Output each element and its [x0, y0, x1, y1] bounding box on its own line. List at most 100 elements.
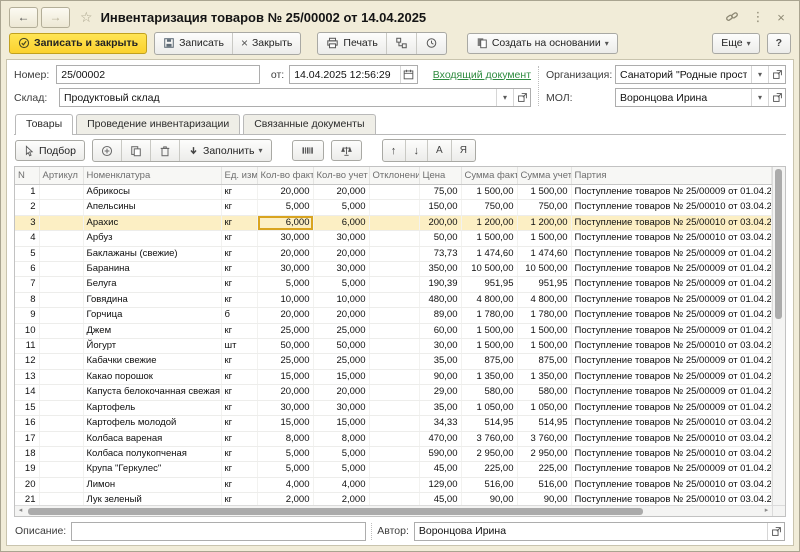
cell[interactable]: 20,000: [257, 246, 313, 261]
cell[interactable]: 16: [15, 416, 39, 431]
fill-button[interactable]: Заполнить ▾: [179, 140, 271, 161]
table-row[interactable]: 13Какао порошоккг15,00015,00090,001 350,…: [15, 369, 772, 384]
cell[interactable]: 10 500,00: [461, 262, 517, 277]
more-button[interactable]: Еще ▾: [712, 33, 759, 54]
cell[interactable]: 2 950,00: [461, 446, 517, 461]
cell[interactable]: Картофель молодой: [83, 416, 221, 431]
help-button[interactable]: ?: [767, 33, 791, 54]
cell[interactable]: 30,000: [257, 400, 313, 415]
cell[interactable]: [39, 354, 83, 369]
cell[interactable]: [39, 246, 83, 261]
cell[interactable]: 20,000: [313, 185, 369, 200]
cell[interactable]: 15: [15, 400, 39, 415]
table-row[interactable]: 20Лимонкг4,0004,000129,00516,00516,00Пос…: [15, 477, 772, 492]
calendar-icon[interactable]: [400, 66, 417, 83]
cell[interactable]: 17: [15, 431, 39, 446]
cell[interactable]: кг: [221, 493, 257, 505]
date-input[interactable]: [290, 66, 400, 83]
cell[interactable]: [39, 446, 83, 461]
table-row[interactable]: 9Горчицаб20,00020,00089,001 780,001 780,…: [15, 308, 772, 323]
cell[interactable]: 6,000: [257, 215, 313, 230]
create-based-on-button[interactable]: Создать на основании ▾: [467, 33, 618, 54]
cell[interactable]: [369, 369, 419, 384]
cell[interactable]: [369, 200, 419, 215]
cell[interactable]: кг: [221, 431, 257, 446]
cell[interactable]: 90,00: [461, 493, 517, 505]
cell[interactable]: 129,00: [419, 477, 461, 492]
cell[interactable]: 200,00: [419, 215, 461, 230]
cell[interactable]: Какао порошок: [83, 369, 221, 384]
cell[interactable]: [369, 431, 419, 446]
cell[interactable]: 1 500,00: [517, 339, 571, 354]
scales-button[interactable]: [331, 140, 362, 161]
move-down-button[interactable]: ↓: [405, 140, 428, 161]
cell[interactable]: 11: [15, 339, 39, 354]
cell[interactable]: 1 050,00: [517, 400, 571, 415]
move-up-button[interactable]: ↑: [383, 140, 405, 161]
cell[interactable]: Кабачки свежие: [83, 354, 221, 369]
cell[interactable]: 14: [15, 385, 39, 400]
cell[interactable]: Крупа "Геркулес": [83, 462, 221, 477]
cell[interactable]: 750,00: [517, 200, 571, 215]
cell[interactable]: Поступление товаров № 25/00010 от 03.04.…: [571, 339, 772, 354]
cell[interactable]: 951,95: [461, 277, 517, 292]
horizontal-scrollbar-thumb[interactable]: [28, 508, 643, 515]
cell[interactable]: 225,00: [461, 462, 517, 477]
cell[interactable]: 25,000: [257, 354, 313, 369]
cell[interactable]: 5,000: [257, 462, 313, 477]
cell[interactable]: 2: [15, 200, 39, 215]
sort-za-button[interactable]: Я: [451, 140, 475, 161]
cell[interactable]: 480,00: [419, 292, 461, 307]
cell[interactable]: Поступление товаров № 25/00009 от 01.04.…: [571, 369, 772, 384]
description-input[interactable]: [71, 522, 366, 541]
cell[interactable]: 25,000: [313, 323, 369, 338]
table-row[interactable]: 10Джемкг25,00025,00060,001 500,001 500,0…: [15, 323, 772, 338]
cell[interactable]: [369, 477, 419, 492]
table-row[interactable]: 14Капуста белокочанная свежаякг20,00020,…: [15, 385, 772, 400]
cell[interactable]: 4 800,00: [517, 292, 571, 307]
cell[interactable]: Поступление товаров № 25/00009 от 01.04.…: [571, 292, 772, 307]
table-row[interactable]: 15Картофелькг30,00030,00035,001 050,001 …: [15, 400, 772, 415]
cell[interactable]: 516,00: [517, 477, 571, 492]
cell[interactable]: 50,000: [257, 339, 313, 354]
cell[interactable]: Поступление товаров № 25/00010 от 03.04.…: [571, 446, 772, 461]
cell[interactable]: Поступление товаров № 25/00010 от 03.04.…: [571, 431, 772, 446]
cell[interactable]: Абрикосы: [83, 185, 221, 200]
sort-az-button[interactable]: А: [427, 140, 451, 161]
cell[interactable]: кг: [221, 477, 257, 492]
mol-input[interactable]: [616, 89, 751, 106]
cell[interactable]: 25,000: [257, 323, 313, 338]
table-row[interactable]: 1Абрикосыкг20,00020,00075,001 500,001 50…: [15, 185, 772, 200]
cell[interactable]: [39, 200, 83, 215]
cell[interactable]: 13: [15, 369, 39, 384]
cell[interactable]: [369, 354, 419, 369]
cell[interactable]: [369, 308, 419, 323]
cell[interactable]: кг: [221, 323, 257, 338]
cell[interactable]: Апельсины: [83, 200, 221, 215]
cell[interactable]: 5: [15, 246, 39, 261]
cell[interactable]: 1 500,00: [461, 231, 517, 246]
cell[interactable]: 7: [15, 277, 39, 292]
table-row[interactable]: 18Колбаса полукопченаякг5,0005,000590,00…: [15, 446, 772, 461]
cell[interactable]: 20: [15, 477, 39, 492]
pick-button[interactable]: Подбор: [15, 140, 85, 161]
cell[interactable]: Колбаса вареная: [83, 431, 221, 446]
chevron-down-icon[interactable]: ▾: [751, 89, 768, 106]
cell[interactable]: 6: [15, 262, 39, 277]
cell[interactable]: 590,00: [419, 446, 461, 461]
cell[interactable]: 1 200,00: [461, 215, 517, 230]
cell[interactable]: [39, 262, 83, 277]
open-item-icon[interactable]: [767, 523, 784, 540]
cell[interactable]: 4,000: [257, 477, 313, 492]
table-row[interactable]: 17Колбаса варенаякг8,0008,000470,003 760…: [15, 431, 772, 446]
cell[interactable]: 225,00: [517, 462, 571, 477]
cell[interactable]: 1: [15, 185, 39, 200]
cell[interactable]: Арахис: [83, 215, 221, 230]
incoming-document-link[interactable]: Входящий документ: [433, 69, 531, 81]
cell[interactable]: 4 800,00: [461, 292, 517, 307]
cell[interactable]: 3 760,00: [461, 431, 517, 446]
cell[interactable]: Поступление товаров № 25/00009 от 01.04.…: [571, 385, 772, 400]
cell[interactable]: [369, 493, 419, 505]
cell[interactable]: шт: [221, 339, 257, 354]
cell[interactable]: 5,000: [257, 277, 313, 292]
